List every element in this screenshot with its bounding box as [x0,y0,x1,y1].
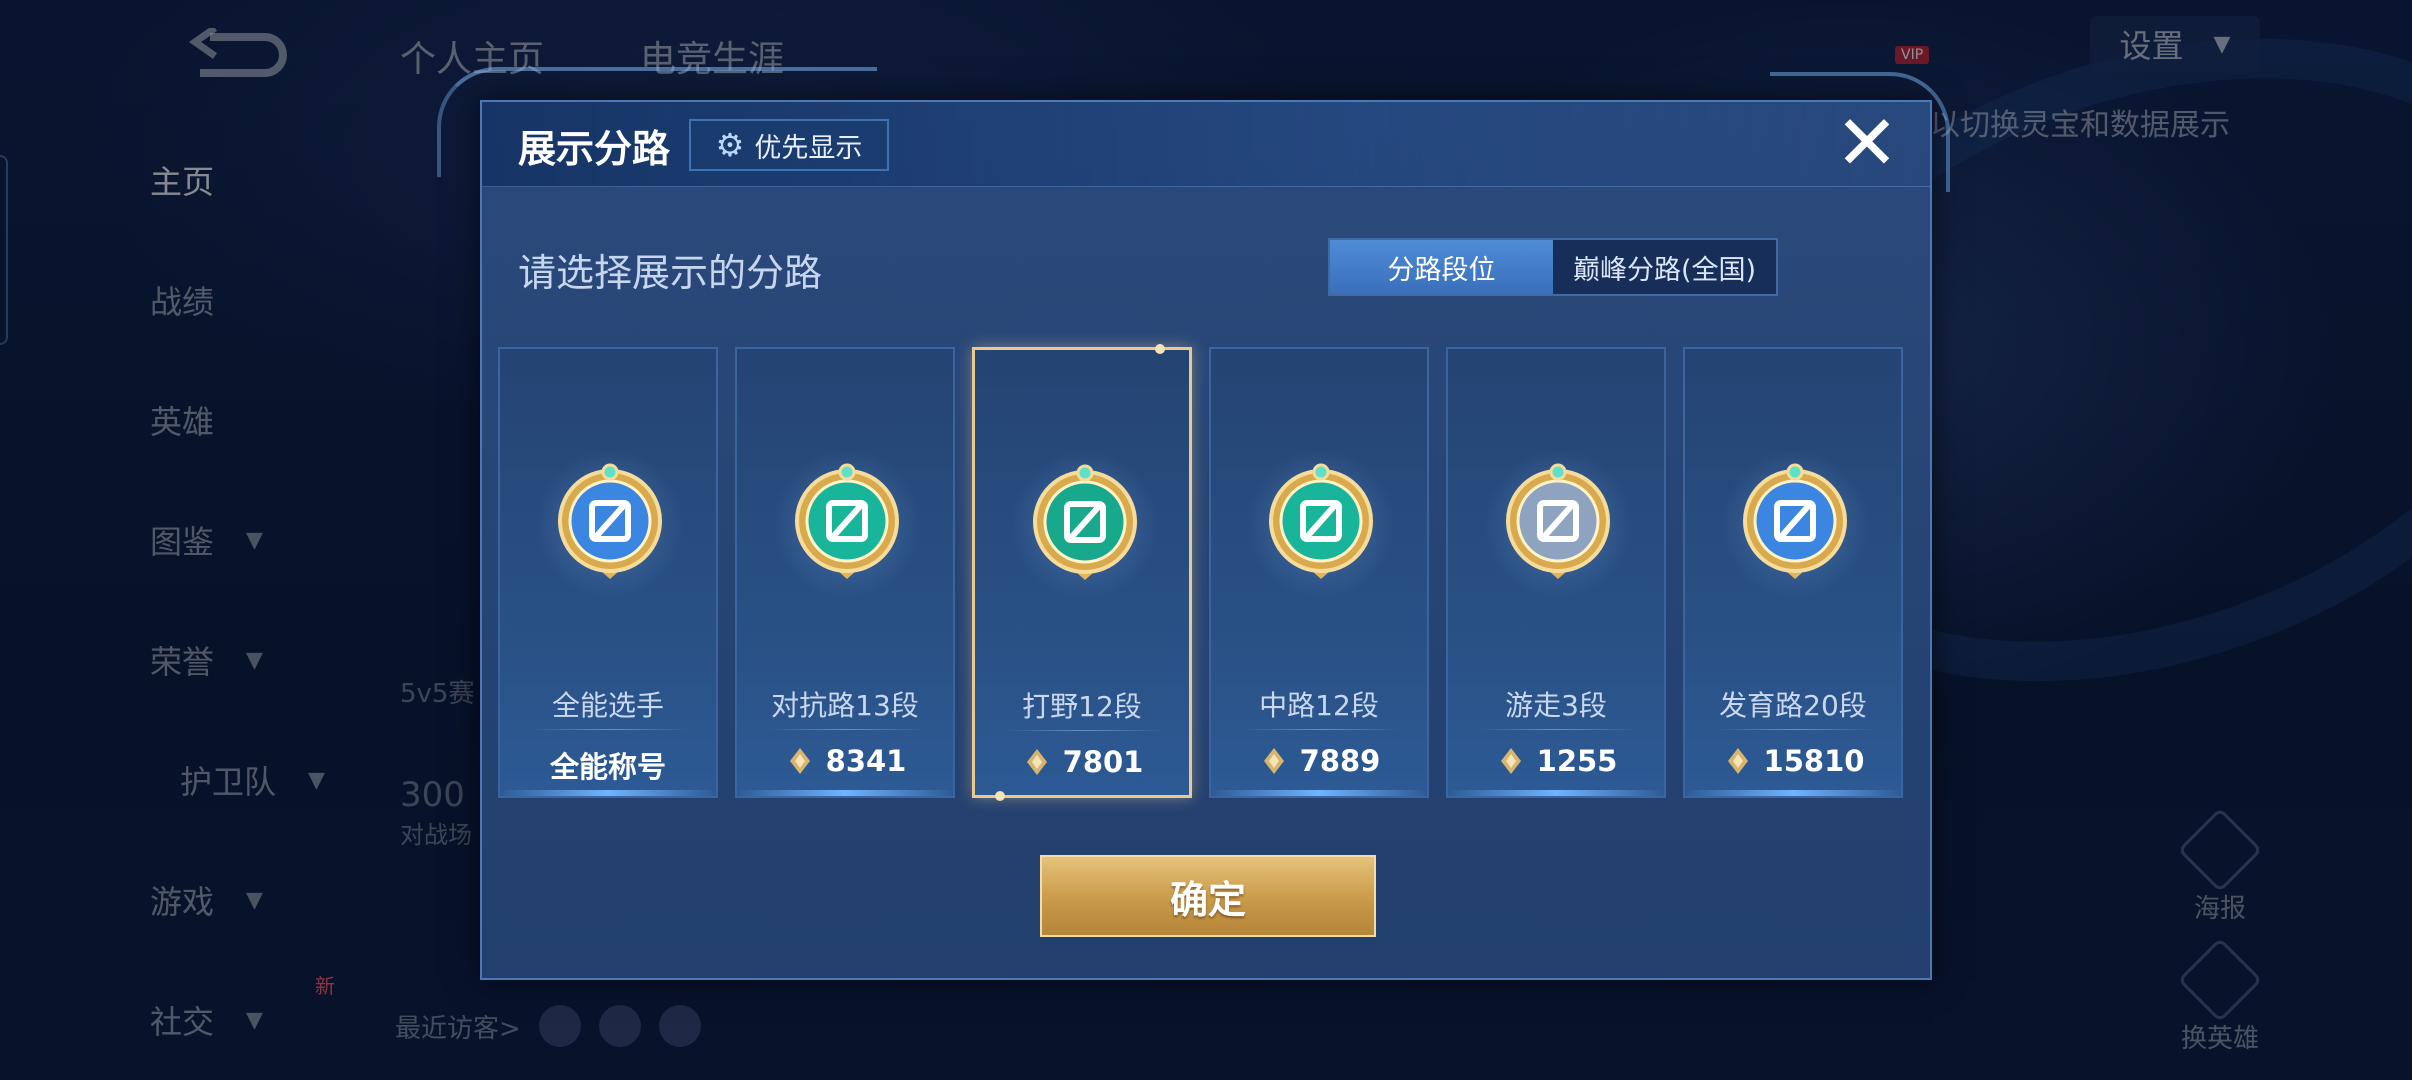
lane-points-icon [1500,748,1521,774]
confirm-button[interactable]: 确定 [1040,855,1376,937]
lane-card-value: 7889 [1211,744,1427,778]
lane-points-icon [1263,748,1284,774]
divider [1478,729,1638,730]
lane-mode-toggle: 分路段位 巅峰分路(全国) [1328,238,1778,296]
mid-lane-icon [1269,463,1373,579]
jungle-icon [1033,464,1137,580]
farm-lane-icon [1743,463,1847,579]
card-bottom-glow [1448,790,1664,796]
lane-card-value-text: 1255 [1536,744,1618,778]
lane-card-value: 7801 [975,745,1189,779]
clash-lane-icon [795,463,899,579]
lane-card-value-text: 8341 [825,744,907,778]
lane-card-label: 发育路20段 [1719,689,1867,722]
card-bottom-glow [1685,790,1901,796]
selected-corner-dot [995,791,1005,801]
lane-points-icon [789,748,810,774]
lane-display-dialog: 展示分路 ⚙ 优先显示 ✕ 请选择展示的分路 分路段位 巅峰分路(全国) 全能选… [437,67,1950,980]
lane-card-label: 全能选手 [551,689,664,722]
close-icon: ✕ [1835,98,1899,187]
lane-card[interactable]: 游走3段 1255 [1446,347,1666,798]
lane-card-label: 游走3段 [1505,689,1607,722]
lane-card-value-text: 7889 [1299,744,1381,778]
gear-icon: ⚙ [715,126,745,164]
lane-card[interactable]: 全能选手 全能称号 [498,347,718,798]
lane-card-value: 全能称号 [500,744,716,786]
lane-card[interactable]: 中路12段 7889 [1209,347,1429,798]
lane-card[interactable]: 对抗路13段 8341 [735,347,955,798]
lane-card-label: 打野12段 [1022,690,1142,723]
lane-card-value: 1255 [1448,744,1664,778]
card-bottom-glow [1211,790,1427,796]
lane-card-label: 中路12段 [1259,689,1379,722]
lane-card-value: 15810 [1685,744,1901,778]
lane-card-value-text: 7801 [1062,745,1144,779]
tab-peak-lane-national[interactable]: 巅峰分路(全国) [1553,240,1776,294]
lane-points-icon [1026,749,1047,775]
priority-display-label: 优先显示 [754,132,863,164]
lane-card-value-text: 全能称号 [549,750,666,784]
confirm-label: 确定 [1169,877,1246,922]
lane-card[interactable]: 打野12段 7801 [972,344,1192,801]
divider [1005,730,1165,731]
lane-card-value-text: 15810 [1763,744,1865,778]
divider [530,729,690,730]
dialog-title: 展示分路 [518,127,671,171]
lane-card-label: 对抗路13段 [771,689,919,722]
roam-icon [1506,463,1610,579]
divider [1241,729,1401,730]
divider [767,729,927,730]
tab-lane-rank[interactable]: 分路段位 [1330,240,1553,294]
lane-card[interactable]: 发育路20段 15810 [1683,347,1903,798]
selected-corner-dot [1155,344,1165,354]
select-lane-prompt: 请选择展示的分路 [518,251,823,295]
lane-card-value: 8341 [737,744,953,778]
close-button[interactable]: ✕ [1832,98,1902,187]
card-bottom-glow [500,790,716,796]
lane-points-icon [1727,748,1748,774]
divider [1715,729,1875,730]
priority-display-button[interactable]: ⚙ 优先显示 [689,119,889,171]
card-bottom-glow [737,790,953,796]
all-round-icon [558,463,662,579]
